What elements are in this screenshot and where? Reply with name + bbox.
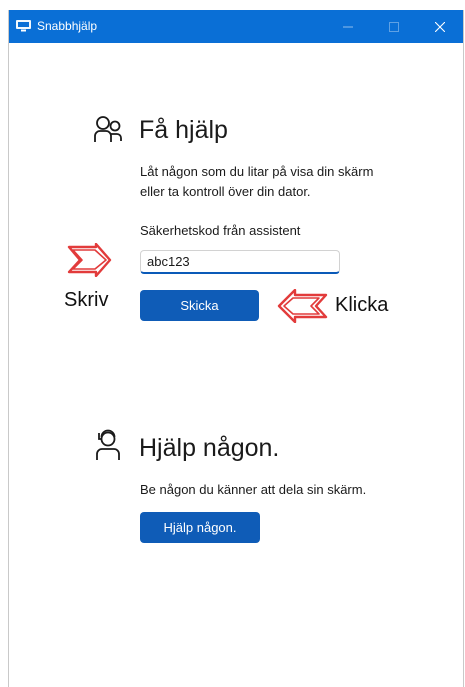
screenshot-page: Snabbhjälp Få hjälp Låt någon som du lit…: [0, 0, 465, 687]
type-arrow-icon: [67, 243, 112, 277]
quick-assist-window: Snabbhjälp Få hjälp Låt någon som du lit…: [8, 10, 464, 687]
security-code-input[interactable]: [140, 250, 340, 274]
get-help-heading: Få hjälp: [139, 116, 228, 144]
click-arrow-icon: [277, 289, 328, 323]
maximize-button[interactable]: [371, 10, 417, 43]
type-annotation-label: Skriv: [64, 289, 109, 311]
give-help-description: Be någon du känner att dela sin skärm.: [140, 482, 367, 497]
help-someone-button[interactable]: Hjälp någon.: [140, 512, 260, 543]
minimize-button[interactable]: [325, 10, 371, 43]
people-icon: [94, 116, 122, 142]
maximize-icon: [389, 21, 399, 32]
title-bar[interactable]: Snabbhjälp: [9, 10, 463, 43]
give-help-heading: Hjälp någon.: [139, 434, 280, 462]
security-code-label: Säkerhetskod från assistent: [140, 223, 301, 238]
quick-assist-app-icon: [16, 20, 31, 32]
person-support-icon: [96, 429, 120, 460]
minimize-icon: [343, 26, 353, 27]
click-annotation-label: Klicka: [335, 294, 389, 316]
get-help-description-line1: Låt någon som du litar på visa din skärm: [140, 164, 374, 179]
get-help-description-line2: eller ta kontroll över din dator.: [140, 184, 311, 199]
close-icon: [435, 21, 445, 32]
window-title: Snabbhjälp: [37, 19, 98, 33]
close-button[interactable]: [417, 10, 463, 43]
submit-button[interactable]: Skicka: [140, 290, 259, 321]
